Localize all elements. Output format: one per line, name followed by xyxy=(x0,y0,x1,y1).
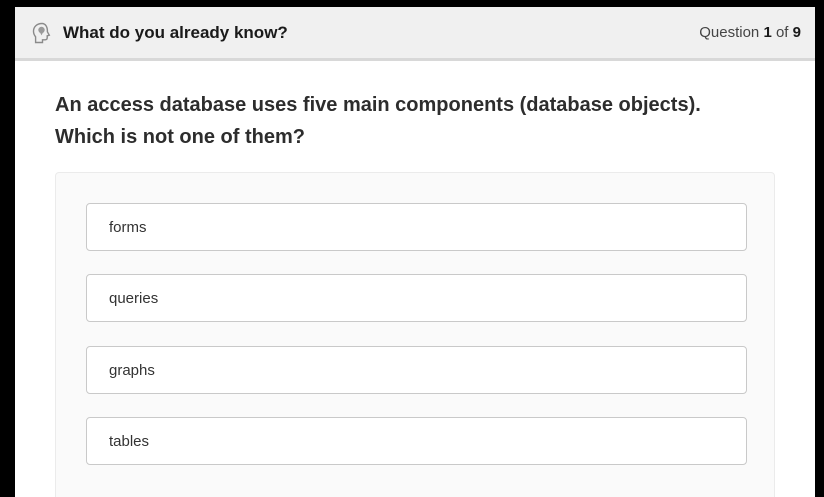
answer-option-queries[interactable]: queries xyxy=(86,274,747,322)
answer-option-graphs[interactable]: graphs xyxy=(86,346,747,394)
counter-prefix: Question xyxy=(699,24,760,41)
quiz-header: What do you already know? Question 1 of … xyxy=(15,7,815,61)
answer-option-forms[interactable]: forms xyxy=(86,203,747,251)
answer-option-label: queries xyxy=(109,289,159,307)
quiz-window: What do you already know? Question 1 of … xyxy=(15,7,815,497)
counter-of: of xyxy=(775,24,789,41)
question-counter: Question 1 of 9 xyxy=(699,24,801,41)
answer-option-label: graphs xyxy=(109,361,155,379)
question-line-2: Which is not one of them? xyxy=(55,126,305,148)
answer-option-tables[interactable]: tables xyxy=(86,417,747,465)
counter-current: 1 xyxy=(763,24,772,41)
head-thinking-icon xyxy=(31,22,53,44)
header-title: What do you already know? xyxy=(63,22,288,42)
question-text: An access database uses five main compon… xyxy=(55,89,755,153)
question-line-1: An access database uses five main compon… xyxy=(55,94,701,116)
counter-total: 9 xyxy=(792,24,801,41)
answer-options-panel: forms queries graphs tables xyxy=(55,172,775,497)
answer-option-label: forms xyxy=(109,218,147,236)
answer-option-label: tables xyxy=(109,432,150,450)
